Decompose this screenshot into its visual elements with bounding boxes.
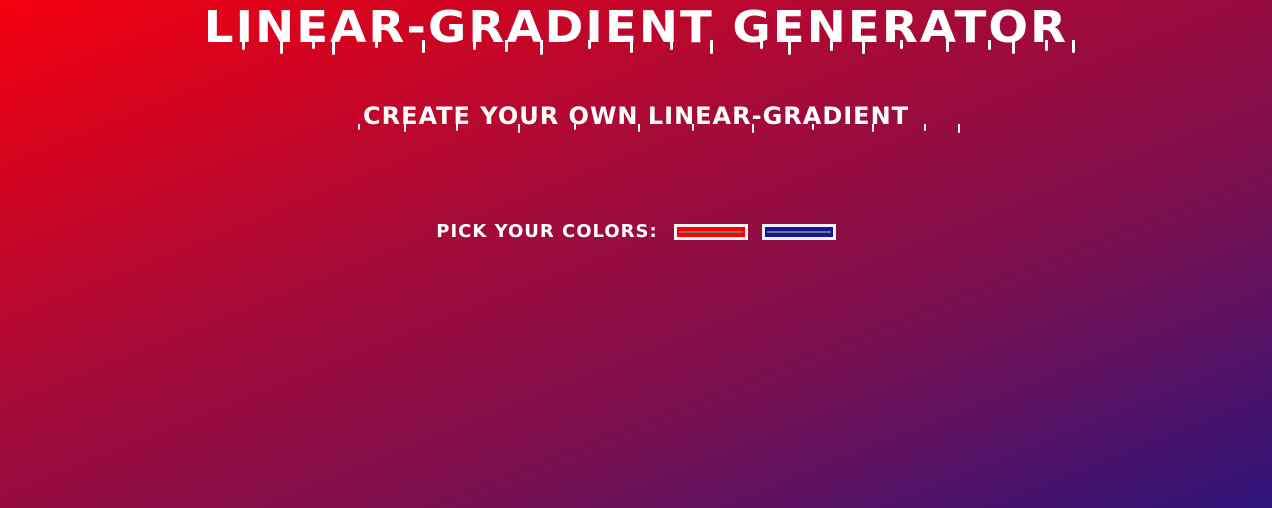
color-picker-row: PICK YOUR COLORS:: [0, 218, 1272, 246]
page-title: LINEAR-GRADIENT GENERATOR: [203, 2, 1069, 53]
pick-colors-label: PICK YOUR COLORS:: [436, 221, 658, 242]
color-input-1[interactable]: [673, 224, 748, 240]
gradient-background: LINEAR-GRADIENT GENERATOR CREATE YOUR OW…: [0, 0, 1272, 508]
color-input-2[interactable]: [761, 224, 836, 240]
page-subtitle: CREATE YOUR OWN LINEAR-GRADIENT: [362, 102, 910, 130]
